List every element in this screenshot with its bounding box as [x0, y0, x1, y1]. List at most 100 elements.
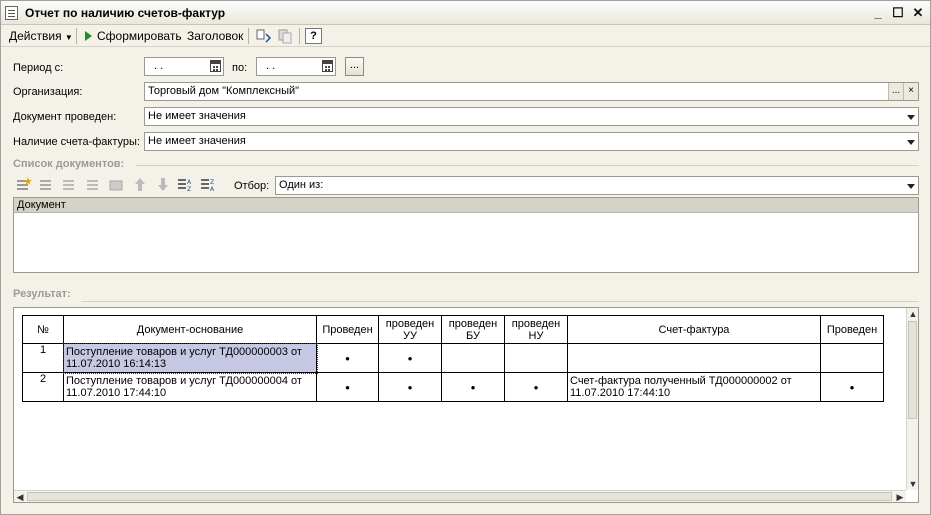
toolbar-separator: [76, 28, 77, 44]
invoice-presence-label: Наличие счета-фактуры:: [13, 136, 140, 148]
expand-icon[interactable]: [255, 28, 272, 44]
row-doc[interactable]: Поступление товаров и услуг ТД000000004 …: [63, 372, 317, 402]
chevron-down-icon: ▼: [64, 33, 73, 42]
play-icon: [85, 31, 92, 41]
row-nu: •: [504, 372, 568, 402]
scroll-left-icon[interactable]: ◀: [14, 491, 26, 503]
period-select-button[interactable]: ...: [345, 57, 364, 76]
add-copy-icon[interactable]: [39, 177, 55, 192]
table-row[interactable]: 1 Поступление товаров и услуг ТД00000000…: [22, 342, 884, 374]
row-invoice[interactable]: Счет-фактура полученный ТД000000002 от 1…: [567, 372, 821, 402]
documents-column-header[interactable]: Документ: [14, 198, 918, 213]
arrow-up-icon[interactable]: [132, 177, 148, 192]
toolbar-separator: [299, 28, 300, 44]
clear-list-icon[interactable]: [109, 177, 125, 192]
toolbar-separator: [248, 28, 249, 44]
chevron-down-icon[interactable]: [907, 115, 915, 120]
chevron-down-icon[interactable]: [907, 140, 915, 145]
header-num: №: [22, 315, 64, 344]
period-from-value: . .: [154, 60, 164, 72]
close-button[interactable]: ✕: [909, 4, 927, 21]
svg-text:Z: Z: [210, 179, 214, 186]
scroll-down-icon[interactable]: ▼: [907, 478, 919, 490]
documents-list[interactable]: Документ: [13, 197, 919, 273]
row-bu: [441, 343, 505, 373]
sort-desc-icon[interactable]: Z A: [201, 177, 217, 192]
header-invoice: Счет-фактура: [567, 315, 821, 344]
horizontal-scroll-thumb[interactable]: [27, 492, 892, 501]
header-doc: Документ-основание: [63, 315, 317, 344]
row-posted: •: [316, 372, 379, 402]
header-invoice-posted: Проведен: [820, 315, 884, 344]
filter-value: Один из:: [279, 179, 324, 191]
filter-label: Отбор:: [234, 180, 270, 192]
help-icon[interactable]: ?: [305, 28, 322, 44]
period-to-value: . .: [266, 60, 276, 72]
period-to-field[interactable]: . .: [256, 57, 336, 76]
row-invoice-posted: [820, 343, 884, 373]
vertical-scrollbar[interactable]: ▲ ▼: [906, 308, 918, 490]
org-label: Организация:: [13, 86, 83, 98]
actions-menu[interactable]: Действия ▼: [9, 28, 73, 44]
calendar-icon[interactable]: [210, 60, 221, 72]
org-clear-button[interactable]: ×: [903, 83, 918, 100]
invoice-presence-select[interactable]: Не имеет значения: [144, 132, 919, 151]
maximize-button[interactable]: ☐: [889, 4, 907, 21]
row-uu: •: [378, 343, 442, 373]
document-icon: [5, 6, 18, 20]
generate-button[interactable]: Сформировать: [85, 28, 182, 44]
org-select-button[interactable]: ...: [888, 83, 903, 100]
edit-row-icon[interactable]: [62, 177, 78, 192]
vertical-scroll-thumb[interactable]: [908, 321, 917, 419]
horizontal-scrollbar[interactable]: ◀ ▶: [14, 490, 906, 502]
result-title: Результат:: [13, 288, 71, 300]
report-window: Отчет по наличию счетов-фактур _ ☐ ✕ Дей…: [0, 0, 931, 515]
toolbar: Действия ▼ Сформировать Заголовок ?: [1, 25, 930, 47]
actions-label: Действия: [9, 29, 62, 43]
period-from-field[interactable]: . .: [144, 57, 224, 76]
scroll-right-icon[interactable]: ▶: [894, 491, 906, 503]
row-invoice-posted: •: [820, 372, 884, 402]
doc-posted-label: Документ проведен:: [13, 111, 117, 123]
sort-asc-icon[interactable]: A Z: [178, 177, 194, 192]
copy-icon[interactable]: [277, 28, 294, 44]
period-from-label: Период с:: [13, 62, 64, 74]
doc-list-title: Список документов:: [13, 158, 125, 170]
filter-select[interactable]: Один из:: [275, 176, 919, 195]
row-num: 1: [22, 343, 64, 373]
org-value: Торговый дом "Комплексный": [148, 85, 300, 97]
table-header-row: № Документ-основание Проведен проведен УУ…: [22, 315, 884, 344]
header-button[interactable]: Заголовок: [187, 28, 243, 44]
doc-posted-value: Не имеет значения: [148, 110, 246, 122]
row-posted: •: [316, 343, 379, 373]
row-num: 2: [22, 372, 64, 402]
section-divider: [81, 301, 919, 302]
row-invoice[interactable]: [567, 343, 821, 373]
add-row-icon[interactable]: [16, 177, 32, 192]
row-uu: •: [378, 372, 442, 402]
calendar-icon[interactable]: [322, 60, 333, 72]
arrow-down-icon[interactable]: [155, 177, 171, 192]
org-field[interactable]: Торговый дом "Комплексный" ... ×: [144, 82, 919, 101]
svg-text:A: A: [210, 186, 215, 192]
minimize-button[interactable]: _: [869, 4, 887, 21]
chevron-down-icon[interactable]: [907, 184, 915, 189]
row-doc[interactable]: Поступление товаров и услуг ТД000000003 …: [62, 342, 318, 374]
invoice-presence-value: Не имеет значения: [148, 135, 246, 147]
generate-label: Сформировать: [97, 29, 182, 43]
period-to-label: по:: [232, 62, 248, 74]
table-row[interactable]: 2 Поступление товаров и услуг ТД00000000…: [22, 372, 884, 402]
header-posted-uu: проведен УУ: [378, 315, 442, 344]
svg-text:Z: Z: [187, 186, 191, 192]
delete-row-icon[interactable]: [86, 177, 102, 192]
svg-text:A: A: [187, 179, 192, 186]
scroll-up-icon[interactable]: ▲: [907, 308, 919, 320]
section-divider: [136, 165, 919, 166]
header-posted-nu: проведен НУ: [504, 315, 568, 344]
header-posted-bu: проведен БУ: [441, 315, 505, 344]
doc-posted-select[interactable]: Не имеет значения: [144, 107, 919, 126]
window-title: Отчет по наличию счетов-фактур: [25, 6, 226, 20]
title-bar: Отчет по наличию счетов-фактур _ ☐ ✕: [1, 1, 930, 25]
result-spreadsheet[interactable]: № Документ-основание Проведен проведен УУ…: [13, 307, 919, 503]
report-table: № Документ-основание Проведен проведен УУ…: [22, 315, 884, 402]
